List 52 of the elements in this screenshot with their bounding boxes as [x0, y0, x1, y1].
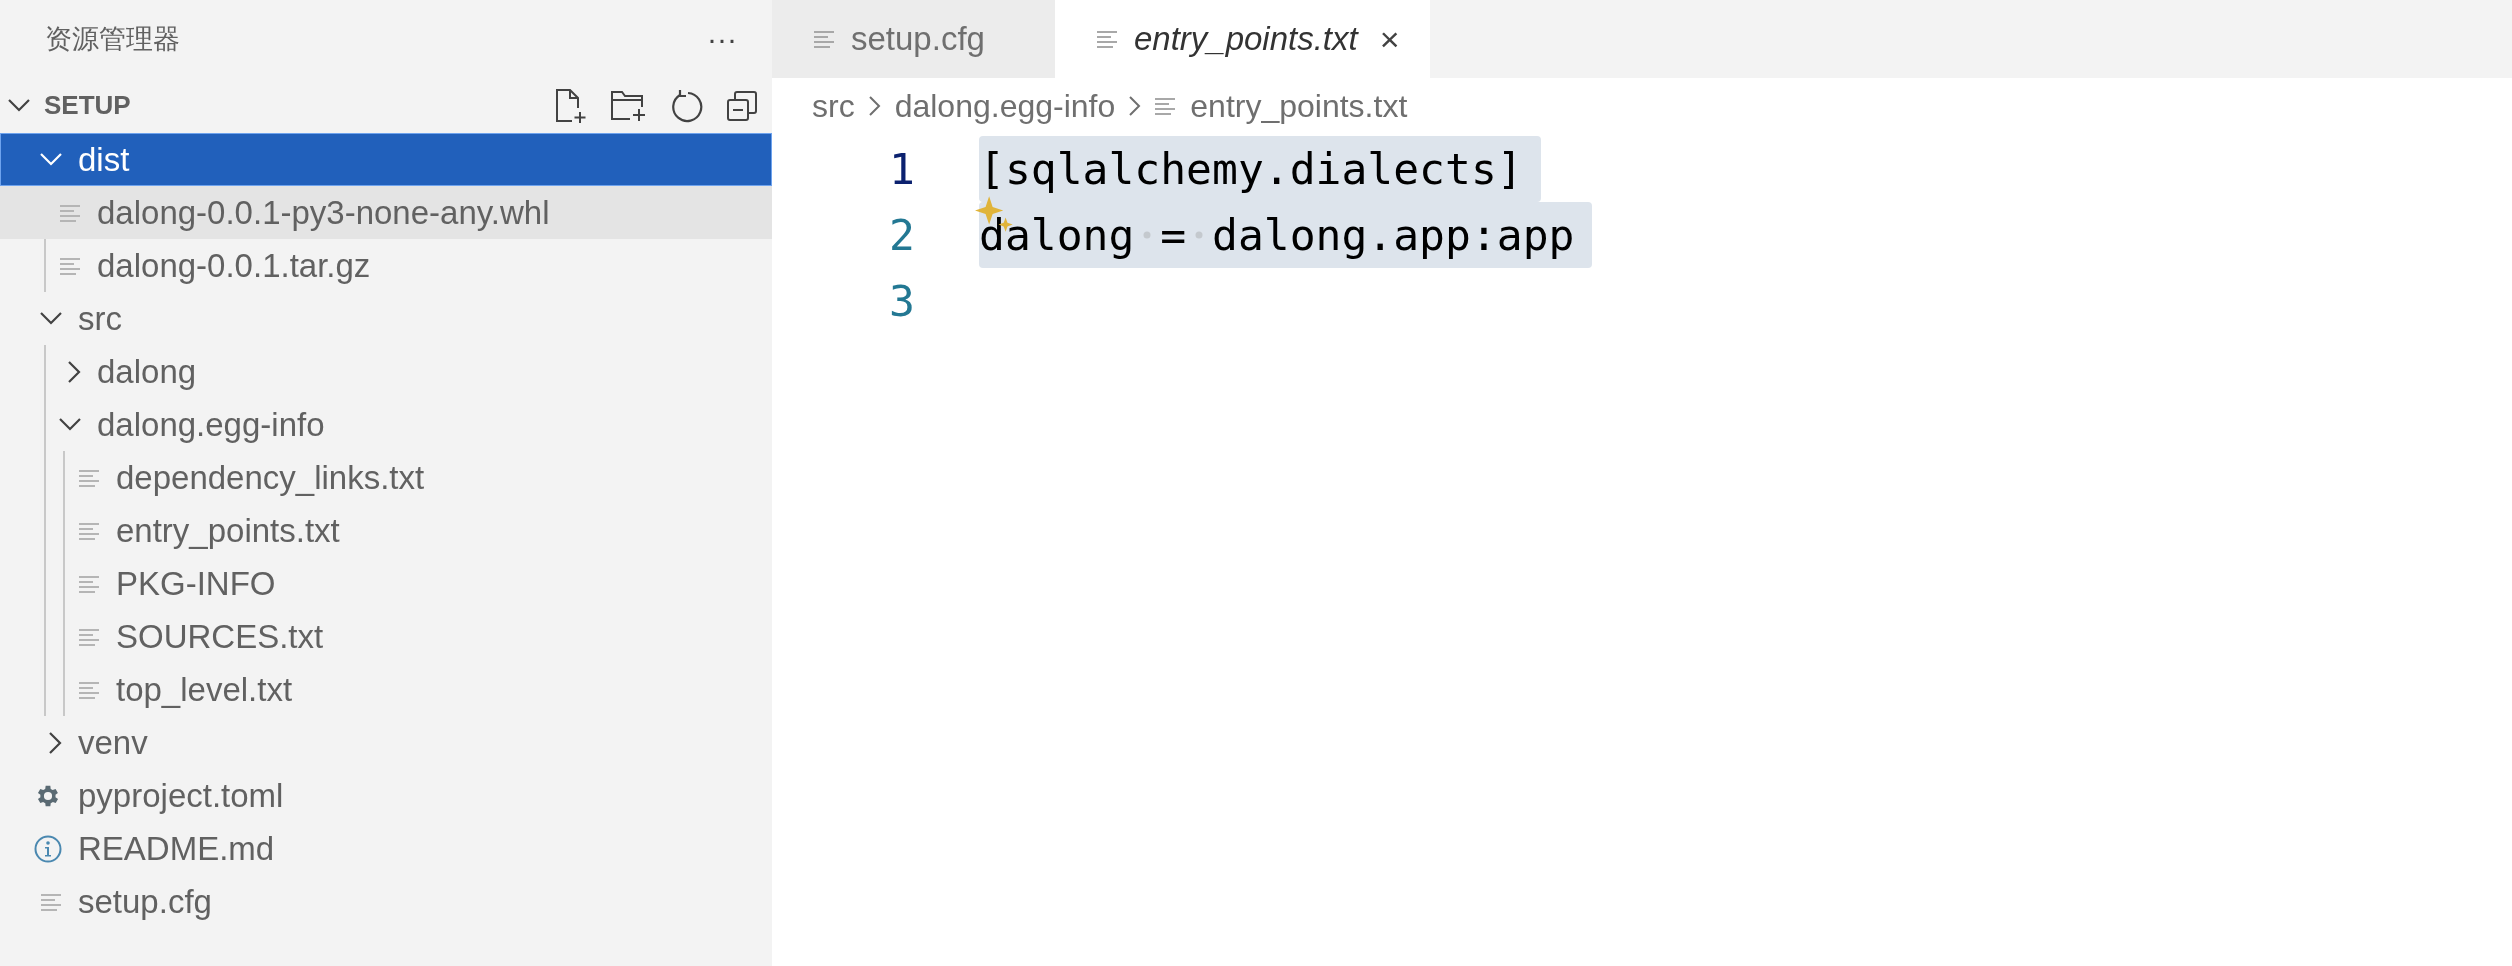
line-number: 2: [888, 208, 915, 262]
panel-title: 资源管理器: [45, 21, 180, 56]
folder-row[interactable]: dalong: [0, 345, 772, 398]
info-icon: [34, 834, 62, 863]
code-text: [sqlalchemy.dialects]: [979, 142, 1523, 196]
file-lines-icon: [60, 256, 81, 275]
code-text: dalong = dalong.app:app: [979, 208, 1575, 262]
chevron-right-icon: [68, 360, 81, 383]
close-tab-button[interactable]: ×: [1379, 22, 1400, 56]
file-lines-icon: [79, 574, 100, 593]
file-row[interactable]: README.md: [0, 822, 772, 875]
folder-row[interactable]: dist: [0, 133, 772, 186]
section-header[interactable]: SETUP: [8, 86, 131, 125]
chevron-down-icon: [8, 99, 30, 112]
file-row[interactable]: dependency_links.txt: [0, 451, 772, 504]
folder-row[interactable]: src: [0, 292, 772, 345]
refresh-icon[interactable]: [670, 88, 704, 123]
more-actions-button[interactable]: ···: [707, 24, 737, 54]
file-lines-icon: [41, 892, 62, 911]
folder-row[interactable]: venv: [0, 716, 772, 769]
chevron-down-icon: [59, 418, 81, 431]
chevron-down-icon: [40, 312, 62, 325]
file-row[interactable]: entry_points.txt: [0, 504, 772, 557]
file-row[interactable]: pyproject.toml: [0, 769, 772, 822]
editor-tab[interactable]: setup.cfg: [772, 0, 1055, 78]
file-row[interactable]: SOURCES.txt: [0, 610, 772, 663]
file-lines-icon: [814, 30, 835, 48]
chevron-right-icon: [49, 731, 62, 754]
new-file-icon[interactable]: [554, 87, 588, 124]
file-row[interactable]: PKG-INFO: [0, 557, 772, 610]
breadcrumb-item[interactable]: entry_points.txt: [1190, 81, 1408, 130]
file-lines-icon: [1096, 30, 1118, 48]
breadcrumb-item[interactable]: src: [812, 81, 855, 130]
collapse-all-icon[interactable]: [726, 89, 758, 122]
file-lines-icon: [60, 203, 81, 222]
file-lines-icon: [1155, 96, 1177, 115]
file-lines-icon: [79, 468, 100, 487]
file-row[interactable]: setup.cfg: [0, 875, 772, 928]
file-lines-icon: [79, 521, 100, 540]
file-row[interactable]: dalong-0.0.1.tar.gz: [0, 239, 772, 292]
file-row[interactable]: dalong-0.0.1-py3-none-any.whl: [0, 186, 772, 239]
file-lines-icon: [79, 627, 100, 646]
chevron-down-icon: [40, 153, 62, 166]
editor-tab[interactable]: entry_points.txt ×: [1054, 0, 1430, 78]
line-number: 1: [888, 142, 915, 196]
folder-row[interactable]: dalong.egg-info: [0, 398, 772, 451]
file-lines-icon: [79, 680, 100, 699]
file-row[interactable]: top_level.txt: [0, 663, 772, 716]
line-number: 3: [888, 274, 915, 328]
chevron-right-icon: [1129, 95, 1142, 116]
chevron-right-icon: [868, 95, 881, 116]
breadcrumb-item[interactable]: dalong.egg-info: [894, 81, 1116, 130]
